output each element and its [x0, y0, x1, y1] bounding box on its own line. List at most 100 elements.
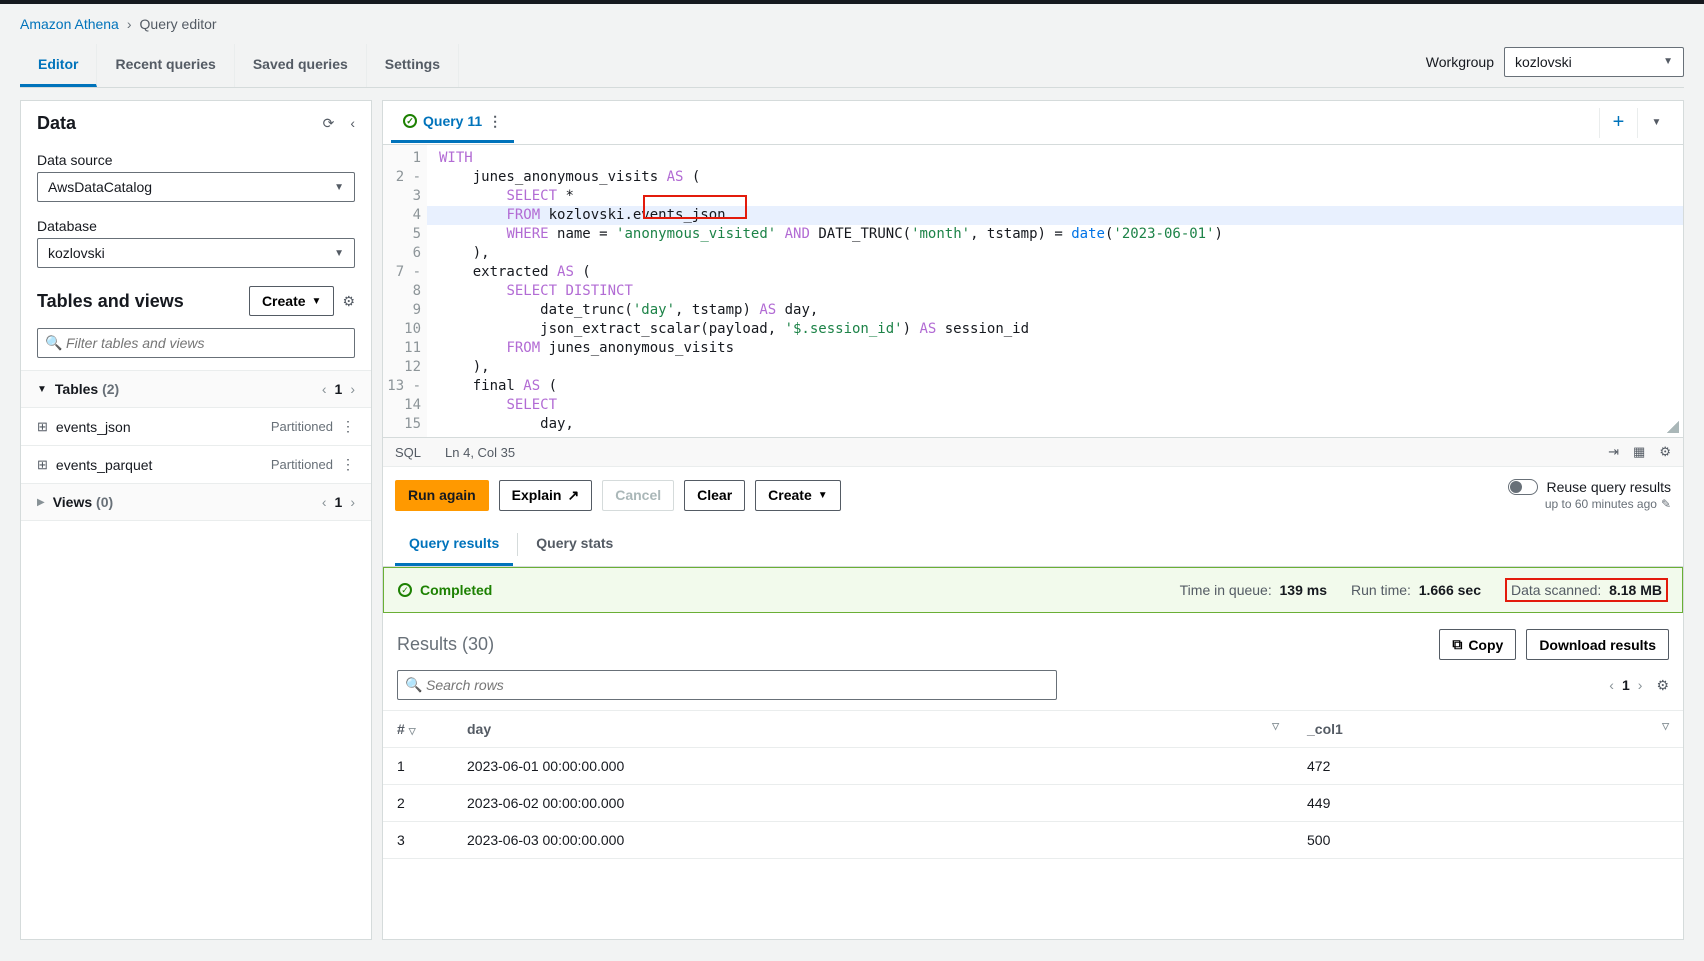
database-value: kozlovski — [48, 245, 105, 261]
database-label: Database — [37, 218, 355, 234]
prev-page-icon[interactable]: ‹ — [1609, 677, 1614, 693]
cell-index: 2 — [383, 785, 453, 822]
sort-icon[interactable]: ▽ — [1272, 721, 1279, 732]
tab-menu-button[interactable]: ▼ — [1637, 108, 1675, 138]
tables-label: Tables — [55, 381, 98, 397]
gear-icon[interactable]: ⚙ — [1656, 677, 1669, 694]
col-index[interactable]: # — [397, 721, 405, 737]
views-label: Views — [53, 494, 92, 510]
table-row[interactable]: ⊞ events_parquet Partitioned ⋮ — [21, 446, 371, 484]
data-panel-title: Data — [37, 113, 76, 134]
col-day[interactable]: day — [467, 721, 491, 737]
resize-handle-icon[interactable] — [1667, 421, 1679, 433]
copy-label: Copy — [1468, 637, 1503, 653]
clear-button[interactable]: Clear — [684, 480, 745, 511]
filter-tables-input[interactable] — [37, 328, 355, 358]
caret-down-icon: ▼ — [334, 248, 344, 259]
partition-badge: Partitioned — [271, 457, 333, 472]
data-scanned-value: 8.18 MB — [1609, 582, 1662, 598]
data-source-select[interactable]: AwsDataCatalog ▼ — [37, 172, 355, 202]
tab-settings[interactable]: Settings — [367, 44, 459, 87]
cell-day: 2023-06-02 00:00:00.000 — [453, 785, 1293, 822]
table-icon: ⊞ — [37, 457, 48, 473]
caret-down-icon: ▼ — [818, 490, 828, 501]
top-tabs: Editor Recent queries Saved queries Sett… — [20, 44, 459, 87]
more-icon[interactable]: ⋮ — [341, 456, 355, 473]
views-count: (0) — [96, 494, 113, 510]
run-again-button[interactable]: Run again — [395, 480, 489, 511]
search-rows-input[interactable] — [397, 670, 1057, 700]
queue-time-value: 139 ms — [1280, 582, 1327, 598]
reuse-results-label: Reuse query results — [1546, 479, 1671, 495]
queue-time-label: Time in queue: — [1180, 582, 1272, 598]
database-select[interactable]: kozlovski ▼ — [37, 238, 355, 268]
page-number: 1 — [335, 494, 343, 510]
breadcrumb-service-link[interactable]: Amazon Athena — [20, 16, 119, 32]
tab-editor[interactable]: Editor — [20, 44, 97, 87]
more-icon[interactable]: ⋮ — [341, 418, 355, 435]
divider — [517, 533, 518, 556]
next-page-icon[interactable]: › — [350, 494, 355, 510]
cell-index: 3 — [383, 822, 453, 859]
caret-down-icon: ▼ — [1663, 56, 1673, 67]
edit-icon[interactable]: ✎ — [1661, 497, 1671, 511]
query-tab-label: Query 11 — [423, 113, 482, 129]
status-banner: Completed Time in queue: 139 ms Run time… — [383, 567, 1683, 613]
table-row[interactable]: ⊞ events_json Partitioned ⋮ — [21, 408, 371, 446]
refresh-icon[interactable]: ⟳ — [323, 115, 335, 132]
format-icon[interactable]: ⇥ — [1608, 444, 1619, 460]
caret-down-icon: ▼ — [334, 182, 344, 193]
breadcrumb-current: Query editor — [140, 16, 217, 32]
create-query-button[interactable]: Create ▼ — [755, 480, 841, 511]
data-source-label: Data source — [37, 152, 355, 168]
table-row: 1 2023-06-01 00:00:00.000 472 — [383, 748, 1683, 785]
sql-editor[interactable]: 1 2 - 3 4 5 6 7 - 8 9 10 11 12 13 - 14 1… — [383, 145, 1683, 437]
chevron-right-icon[interactable]: ▶ — [37, 497, 45, 508]
next-page-icon[interactable]: › — [1638, 677, 1643, 693]
search-icon: 🔍 — [405, 677, 422, 694]
chevron-down-icon[interactable]: ▼ — [37, 384, 47, 395]
create-button[interactable]: Create ▼ — [249, 286, 335, 316]
prev-page-icon[interactable]: ‹ — [322, 381, 327, 397]
tab-recent-queries[interactable]: Recent queries — [97, 44, 234, 87]
partition-badge: Partitioned — [271, 419, 333, 434]
workgroup-select[interactable]: kozlovski ▼ — [1504, 47, 1684, 77]
data-source-value: AwsDataCatalog — [48, 179, 152, 195]
table-name: events_json — [56, 419, 263, 435]
gear-icon[interactable]: ⚙ — [1659, 444, 1671, 460]
workgroup-value: kozlovski — [1515, 54, 1572, 70]
more-icon[interactable]: ⋮ — [488, 113, 502, 130]
sort-icon[interactable]: ▽ — [409, 726, 416, 736]
table-row: 2 2023-06-02 00:00:00.000 449 — [383, 785, 1683, 822]
tables-count: (2) — [102, 381, 119, 397]
query-tab[interactable]: Query 11 ⋮ — [391, 103, 514, 143]
table-name: events_parquet — [56, 457, 263, 473]
reuse-results-toggle[interactable] — [1508, 479, 1538, 495]
collapse-icon[interactable]: ‹ — [350, 115, 355, 132]
workgroup-label: Workgroup — [1426, 54, 1494, 70]
caret-down-icon: ▼ — [312, 296, 322, 307]
run-time-value: 1.666 sec — [1419, 582, 1481, 598]
layout-icon[interactable]: ▦ — [1633, 444, 1645, 460]
tab-query-results[interactable]: Query results — [395, 523, 513, 566]
copy-button[interactable]: ⧉ Copy — [1439, 629, 1516, 660]
success-icon — [398, 583, 412, 597]
add-tab-button[interactable]: + — [1599, 108, 1637, 138]
table-icon: ⊞ — [37, 419, 48, 435]
sort-icon[interactable]: ▽ — [1662, 721, 1669, 732]
explain-button[interactable]: Explain ↗ — [499, 480, 593, 511]
copy-icon: ⧉ — [1452, 636, 1462, 653]
breadcrumb: Amazon Athena › Query editor — [20, 4, 1684, 44]
tab-query-stats[interactable]: Query stats — [522, 523, 627, 566]
next-page-icon[interactable]: › — [350, 381, 355, 397]
prev-page-icon[interactable]: ‹ — [322, 494, 327, 510]
tab-saved-queries[interactable]: Saved queries — [235, 44, 367, 87]
success-icon — [403, 114, 417, 128]
col-col1[interactable]: _col1 — [1307, 721, 1343, 737]
chevron-right-icon: › — [127, 16, 132, 32]
gear-icon[interactable]: ⚙ — [342, 293, 355, 310]
editor-language: SQL — [395, 445, 421, 460]
download-results-button[interactable]: Download results — [1526, 629, 1669, 660]
line-gutter: 1 2 - 3 4 5 6 7 - 8 9 10 11 12 13 - 14 1… — [383, 145, 427, 437]
results-title: Results — [397, 634, 457, 654]
